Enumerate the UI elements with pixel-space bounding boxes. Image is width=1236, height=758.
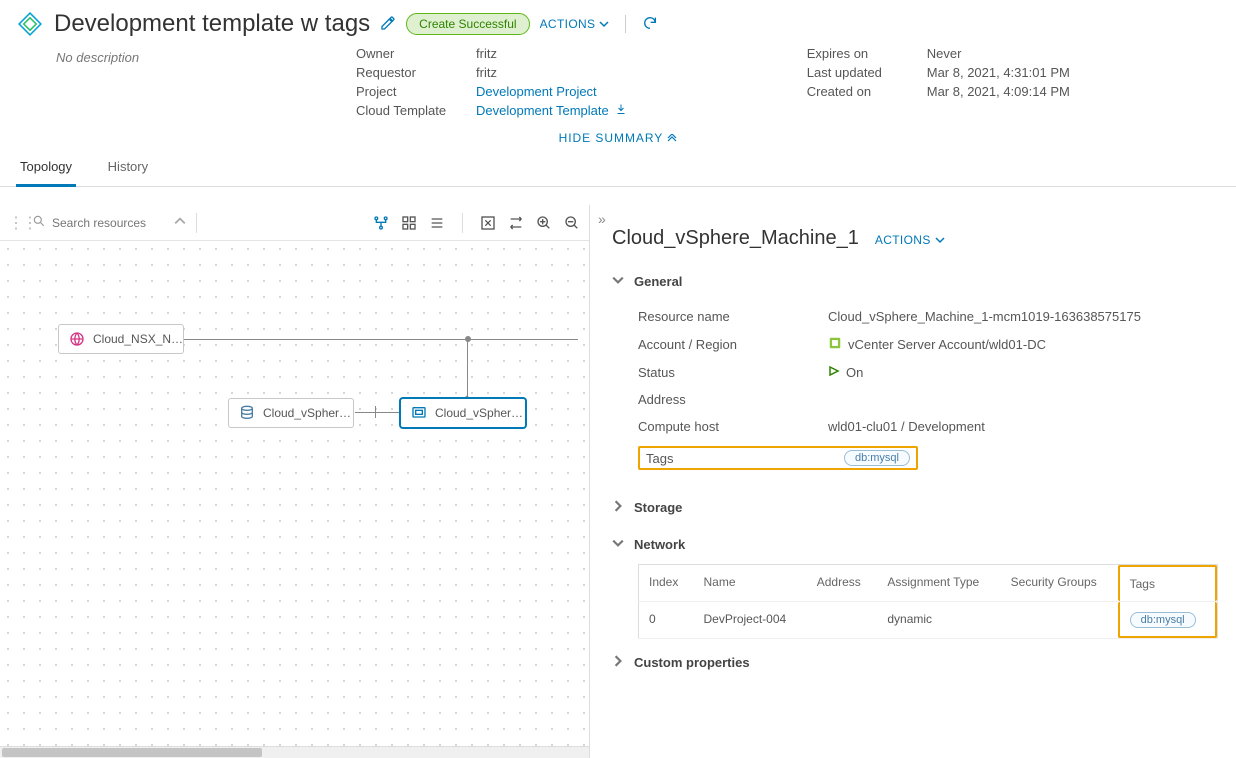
section-general-title: General (634, 274, 682, 289)
col-address: Address (807, 565, 878, 602)
col-security: Security Groups (1001, 565, 1118, 602)
tags-highlight-box: Tags db:mysql (638, 446, 918, 470)
account-label: Account / Region (638, 337, 828, 352)
zoom-out-icon[interactable] (563, 214, 581, 232)
view-list-icon[interactable] (428, 214, 446, 232)
hide-summary-toggle[interactable]: HIDE SUMMARY (559, 131, 678, 145)
chevron-down-icon (612, 274, 624, 289)
node-label: Cloud_vSpher… (263, 406, 351, 420)
cell-assignment: dynamic (877, 602, 1000, 639)
tag-pill: db:mysql (844, 450, 910, 466)
separator (462, 213, 463, 233)
deployment-status-badge: Create Successful (406, 13, 529, 35)
canvas-node-vsphere2[interactable]: Cloud_vSpher… (400, 398, 526, 428)
collapse-detail-icon[interactable]: » (598, 211, 606, 227)
toolbar-handle-icon: ⋮⋮ (8, 213, 28, 233)
tag-pill: db:mysql (1130, 612, 1196, 628)
chevron-right-icon (612, 500, 624, 515)
node-label: Cloud_vSpher… (435, 406, 523, 420)
section-storage-title: Storage (634, 500, 682, 515)
requestor-label: Requestor (356, 65, 476, 80)
project-label: Project (356, 84, 476, 99)
section-network-toggle[interactable]: Network (612, 531, 1218, 558)
database-icon (239, 405, 255, 421)
expires-value: Never (927, 46, 962, 61)
table-row: 0 DevProject-004 dynamic db:mysql (639, 602, 1218, 639)
last-updated-value: Mar 8, 2021, 4:31:01 PM (927, 65, 1070, 80)
resource-name-label: Resource name (638, 309, 828, 324)
resource-actions-menu[interactable]: ACTIONS (875, 233, 945, 247)
cloud-template-link[interactable]: Development Template (476, 103, 627, 118)
resource-title: Cloud_vSphere_Machine_1 (612, 227, 859, 250)
vm-icon (411, 405, 427, 421)
fit-screen-icon[interactable] (479, 214, 497, 232)
no-description-text: No description (16, 44, 356, 120)
collapse-search-icon[interactable] (174, 215, 186, 230)
zoom-in-icon[interactable] (535, 214, 553, 232)
node-label: Cloud_NSX_N… (93, 332, 183, 346)
tab-history[interactable]: History (104, 151, 152, 184)
power-on-icon (828, 365, 840, 380)
edit-icon[interactable] (380, 15, 396, 34)
section-custom-toggle[interactable]: Custom properties (612, 649, 1218, 676)
cell-tags: db:mysql (1118, 602, 1218, 639)
project-link[interactable]: Development Project (476, 84, 597, 99)
view-grid-icon[interactable] (400, 214, 418, 232)
compute-host-label: Compute host (638, 419, 828, 434)
expires-label: Expires on (807, 46, 927, 61)
separator (196, 213, 197, 233)
compute-host-value: wld01-clu01 / Development (828, 419, 985, 434)
section-network-title: Network (634, 537, 685, 552)
cell-name: DevProject-004 (693, 602, 806, 639)
address-label: Address (638, 392, 828, 407)
cloud-template-label: Cloud Template (356, 103, 476, 118)
section-storage-toggle[interactable]: Storage (612, 494, 1218, 521)
cell-security (1001, 602, 1118, 639)
app-logo-icon (16, 10, 44, 38)
col-name: Name (693, 565, 806, 602)
separator (625, 15, 626, 33)
vcenter-icon (828, 336, 842, 353)
cell-index: 0 (639, 602, 694, 639)
section-custom-title: Custom properties (634, 655, 750, 670)
section-general-toggle[interactable]: General (612, 268, 1218, 295)
created-on-value: Mar 8, 2021, 4:09:14 PM (927, 84, 1070, 99)
download-icon[interactable] (615, 103, 627, 118)
resource-name-value: Cloud_vSphere_Machine_1-mcm1019-16363857… (828, 309, 1141, 324)
tags-label: Tags (640, 451, 824, 466)
canvas-horizontal-scrollbar[interactable] (0, 746, 589, 758)
search-icon (32, 214, 46, 231)
reset-view-icon[interactable] (507, 214, 525, 232)
refresh-icon[interactable] (642, 15, 658, 34)
canvas-search-input[interactable] (50, 215, 170, 231)
owner-value: fritz (476, 46, 497, 61)
created-on-label: Created on (807, 84, 927, 99)
col-tags: Tags (1118, 565, 1218, 602)
owner-label: Owner (356, 46, 476, 61)
canvas-node-nsx[interactable]: Cloud_NSX_N… (58, 324, 184, 354)
requestor-value: fritz (476, 65, 497, 80)
network-table: Index Name Address Assignment Type Secur… (638, 564, 1218, 639)
account-value: vCenter Server Account/wld01-DC (828, 336, 1046, 353)
view-topology-icon[interactable] (372, 214, 390, 232)
page-title: Development template w tags (54, 10, 370, 38)
chevron-right-icon (612, 655, 624, 670)
status-value: On (828, 365, 863, 380)
network-icon (69, 331, 85, 347)
tab-topology[interactable]: Topology (16, 151, 76, 187)
status-label: Status (638, 365, 828, 380)
last-updated-label: Last updated (807, 65, 927, 80)
col-index: Index (639, 565, 694, 602)
canvas-node-vsphere1[interactable]: Cloud_vSpher… (228, 398, 354, 428)
col-assignment: Assignment Type (877, 565, 1000, 602)
cell-address (807, 602, 878, 639)
chevron-down-icon (612, 537, 624, 552)
header-actions-menu[interactable]: ACTIONS (540, 17, 610, 31)
